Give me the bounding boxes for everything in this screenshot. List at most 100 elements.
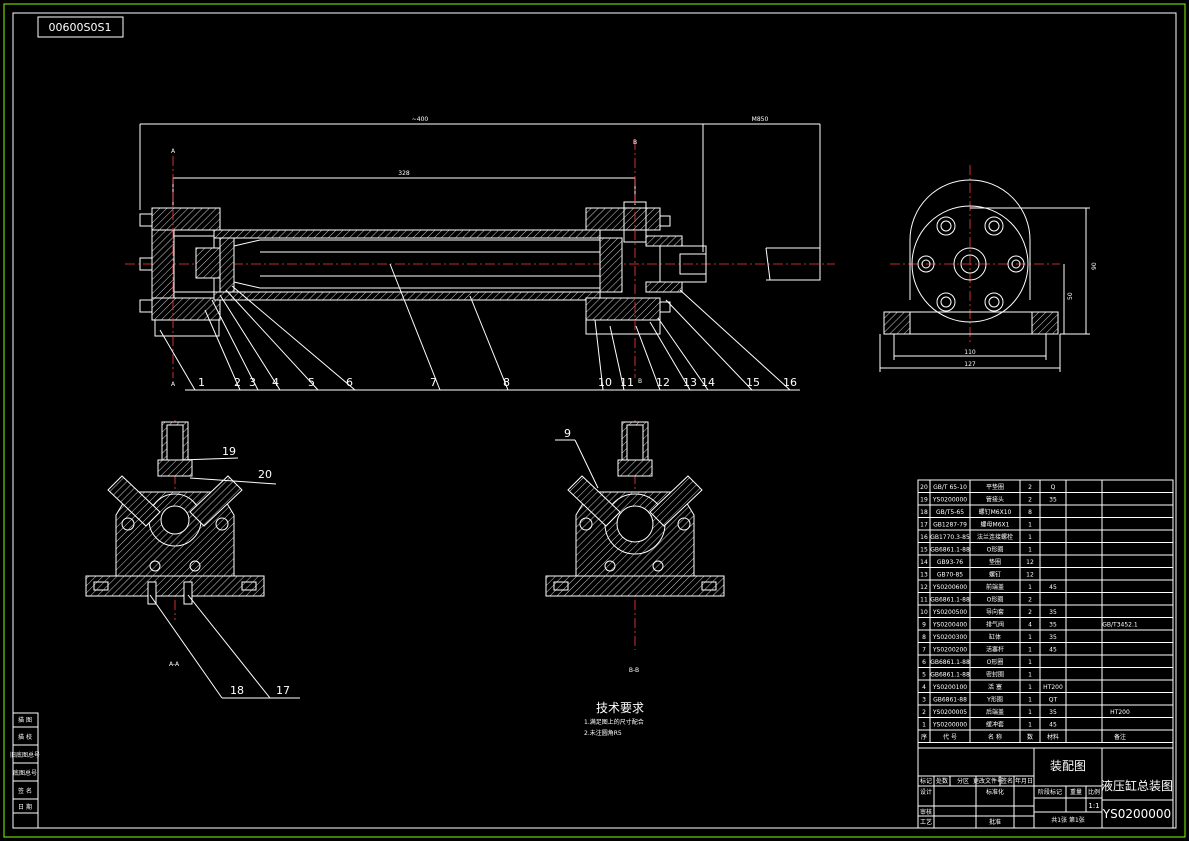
bom-cell-name: 缸体: [989, 633, 1001, 641]
dim-width-127: 127: [964, 361, 976, 368]
bom-cell-code: YS0200500: [932, 609, 967, 616]
bom-cell-code: GB/T 65-10: [933, 484, 967, 491]
bom-cell-no: 14: [920, 559, 928, 566]
dim-height-50: 50: [1067, 292, 1074, 300]
tb-cell-count: 处数: [936, 777, 948, 785]
bom-cell-code: GB6861.1-88: [930, 547, 970, 554]
bom-cell-mat: 35: [1049, 497, 1057, 504]
bom-cell-mat: 45: [1049, 647, 1057, 654]
bom-cell-code: GB6861.1-88: [930, 597, 970, 604]
tb-cell-sign: 签名: [1001, 777, 1013, 785]
bom-cell-qty: 1: [1028, 684, 1032, 691]
balloon-14: 14: [701, 376, 715, 389]
strip-cell-5: 签 名: [18, 787, 32, 795]
bom-cell-no: 2: [922, 709, 926, 716]
dim-stroke: 328: [398, 170, 410, 177]
bom-cell-code: GB93-76: [937, 559, 963, 566]
view-label-aa: A-A: [169, 661, 180, 668]
technical-requirements: 技术要求 1.满足图上的尺寸配合 2.未注圆角R5: [584, 701, 644, 737]
bom-cell-qty: 1: [1028, 534, 1032, 541]
tech-req-title: 技术要求: [596, 701, 644, 715]
balloon-10: 10: [598, 376, 612, 389]
view-label-bb: B-B: [629, 667, 639, 674]
tb-cell-change: 更改文件号: [973, 777, 1003, 785]
bom-cell-name: 螺母M6X1: [981, 521, 1010, 529]
bom-cell-name: 排气阀: [986, 621, 1004, 629]
bom-cell-mat: 35: [1049, 622, 1057, 629]
bom-cell-qty: 1: [1028, 659, 1032, 666]
bom-cell-qty: 1: [1028, 709, 1032, 716]
section-mark-a-top: A: [171, 148, 176, 155]
bom-cell-code: GB6861.1-88: [930, 672, 970, 679]
balloon-row: 1 2 3 4 5 6 7 8 10 11 12 13 14 15 16: [198, 376, 797, 389]
bom-cell-name: O形圈: [987, 658, 1004, 666]
strip-cell-6: 日 期: [18, 803, 32, 811]
bom-cell-code: GB70-85: [937, 572, 963, 579]
tb-cell-process: 工艺: [920, 818, 932, 826]
bom-cell-qty: 1: [1028, 634, 1032, 641]
bom-cell-name: 法兰连接螺栓: [977, 533, 1013, 541]
bom-cell-no: 11: [920, 597, 928, 604]
bom-cell-code: GB1770.3-85: [930, 534, 970, 541]
bom-header-mat: 材料: [1047, 733, 1059, 741]
bom-cell-no: 20: [920, 484, 928, 491]
bom-cell-code: YS0200200: [932, 647, 967, 654]
bom-cell-no: 16: [920, 534, 928, 541]
bom-cell-no: 19: [920, 497, 928, 504]
inner-border: [12, 12, 1177, 829]
end-view: [879, 165, 1090, 372]
bom-cell-code: GB6861.1-88: [930, 659, 970, 666]
balloon-6: 6: [346, 376, 353, 389]
left-strip: 描 图 描 校 旧底图总号 底图总号 签 名 日 期: [10, 712, 40, 829]
bom-cell-name: 管接头: [986, 496, 1004, 504]
bom-cell-no: 3: [922, 697, 926, 704]
bom-cell-no: 8: [922, 634, 926, 641]
bom-cell-code: YS0200000: [932, 497, 967, 504]
bom-header-name: 名 称: [988, 733, 1002, 741]
bom-cell-name: 垫圈: [989, 558, 1001, 566]
strip-cell-3: 旧底图总号: [10, 751, 40, 759]
bom-cell-no: 13: [920, 572, 928, 579]
tb-drawing-title: 液压缸总装图: [1101, 778, 1173, 793]
bom-cell-qty: 1: [1028, 547, 1032, 554]
balloon-4: 4: [272, 376, 279, 389]
bom-cell-no: 1: [922, 722, 926, 729]
strip-cell-2: 描 校: [18, 733, 32, 741]
balloon-15: 15: [746, 376, 760, 389]
drawing-number: 00600S0S1: [49, 21, 112, 34]
bom-cell-name: O形圈: [987, 596, 1004, 604]
tb-drawing-type: 装配图: [1050, 759, 1086, 773]
balloon-3: 3: [249, 376, 256, 389]
bom-cell-note: GB/T3452.1: [1102, 622, 1138, 629]
tech-req-item-2: 2.未注圆角R5: [584, 729, 622, 737]
bom-cell-no: 17: [920, 522, 928, 529]
tb-drawing-code: YS0200000: [1102, 807, 1171, 821]
callout-19: 19: [222, 445, 236, 458]
tb-sheet: 共1张 第1张: [1051, 816, 1085, 824]
bom-cell-code: YS0200000: [932, 722, 967, 729]
bom-cell-name: 导向套: [986, 608, 1004, 616]
bom-cell-name: 螺钉: [989, 571, 1001, 579]
bom-table: 20 GB/T 65-10 平垫圈 2 Q19 YS0200000 管接头 2 3518 GB/T…: [917, 479, 1174, 749]
bom-cell-code: YS0200300: [932, 634, 967, 641]
bom-cell-code: GB6861-88: [933, 697, 967, 704]
tb-cell-standard: 标准化: [986, 788, 1004, 796]
balloon-7: 7: [430, 376, 437, 389]
bom-cell-mat: HT200: [1043, 684, 1063, 691]
balloon-8: 8: [503, 376, 510, 389]
bb-section-view: [545, 420, 725, 650]
bom-cell-code: YS0200600: [932, 584, 967, 591]
dim-overall: ~400: [412, 116, 429, 123]
bom-cell-code: YS0200100: [932, 684, 967, 691]
dim-height-90: 90: [1091, 262, 1098, 270]
dim-width-110: 110: [964, 349, 976, 356]
bom-cell-qty: 2: [1028, 497, 1032, 504]
cad-drawing-canvas: 00600S0S1 A A B B ~400 328 M850 1 2 3 4 …: [3, 3, 1186, 838]
bom-header-note: 备注: [1114, 733, 1126, 741]
bom-cell-mat: 45: [1049, 584, 1057, 591]
main-leaders: [159, 263, 800, 391]
title-block: 标记 处数 分区 更改文件号 签名 年月日 设计 标准化 审核 工艺 批准 阶段…: [917, 747, 1174, 829]
bom-cell-no: 4: [922, 684, 926, 691]
bom-cell-mat: 35: [1049, 634, 1057, 641]
tb-cell-scale-label: 比例: [1088, 788, 1100, 796]
